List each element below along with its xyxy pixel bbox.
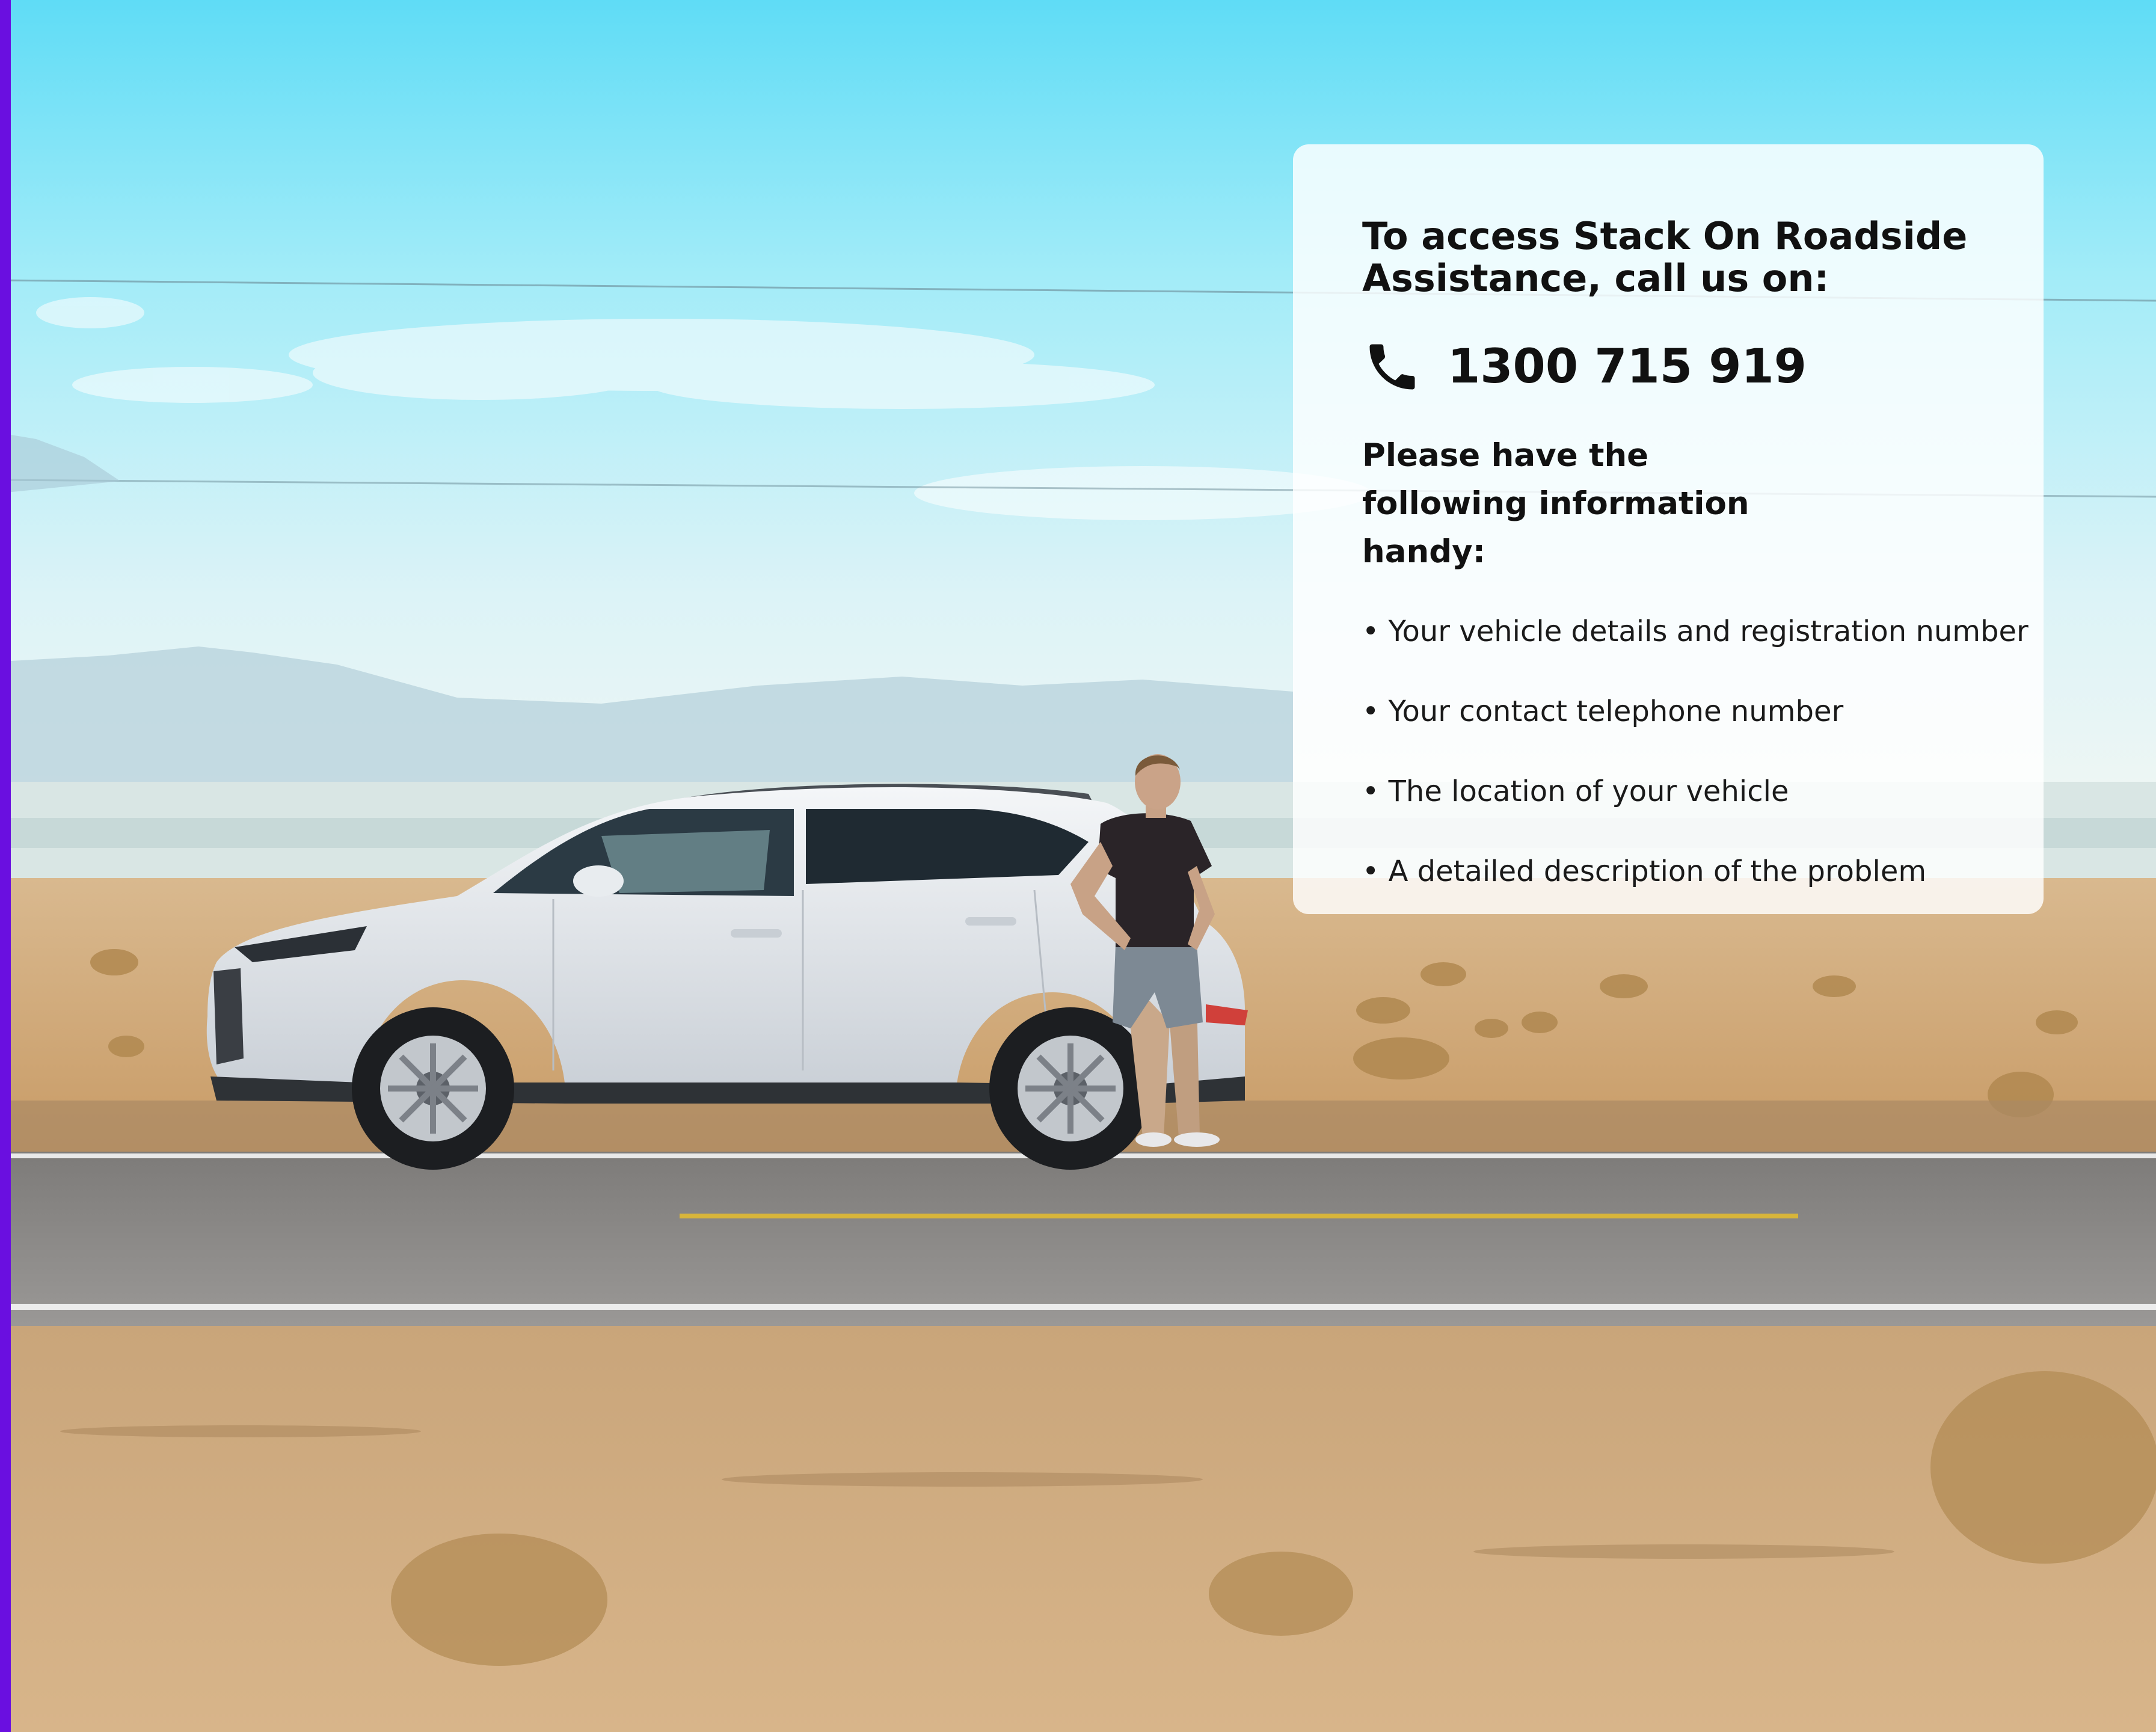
list-item: • The location of your vehicle (1362, 775, 1789, 808)
phone-row[interactable]: 1300 715 919 (1362, 337, 2044, 397)
phone-number[interactable]: 1300 715 919 (1448, 337, 1807, 397)
info-list: • Your vehicle details and registration … (1362, 607, 2044, 895)
accent-bar (0, 0, 11, 1732)
list-item: • Your vehicle details and registration … (1362, 615, 2029, 648)
info-heading: Please have the following information ha… (1362, 437, 1749, 570)
list-item: • Your contact telephone number (1362, 695, 1844, 728)
roadside-info-card: To access Stack On Roadside Assistance, … (1293, 144, 2044, 914)
phone-icon (1362, 337, 1422, 397)
list-item: • A detailed description of the problem (1362, 855, 1927, 888)
card-heading: To access Stack On Roadside Assistance, … (1362, 214, 1968, 300)
